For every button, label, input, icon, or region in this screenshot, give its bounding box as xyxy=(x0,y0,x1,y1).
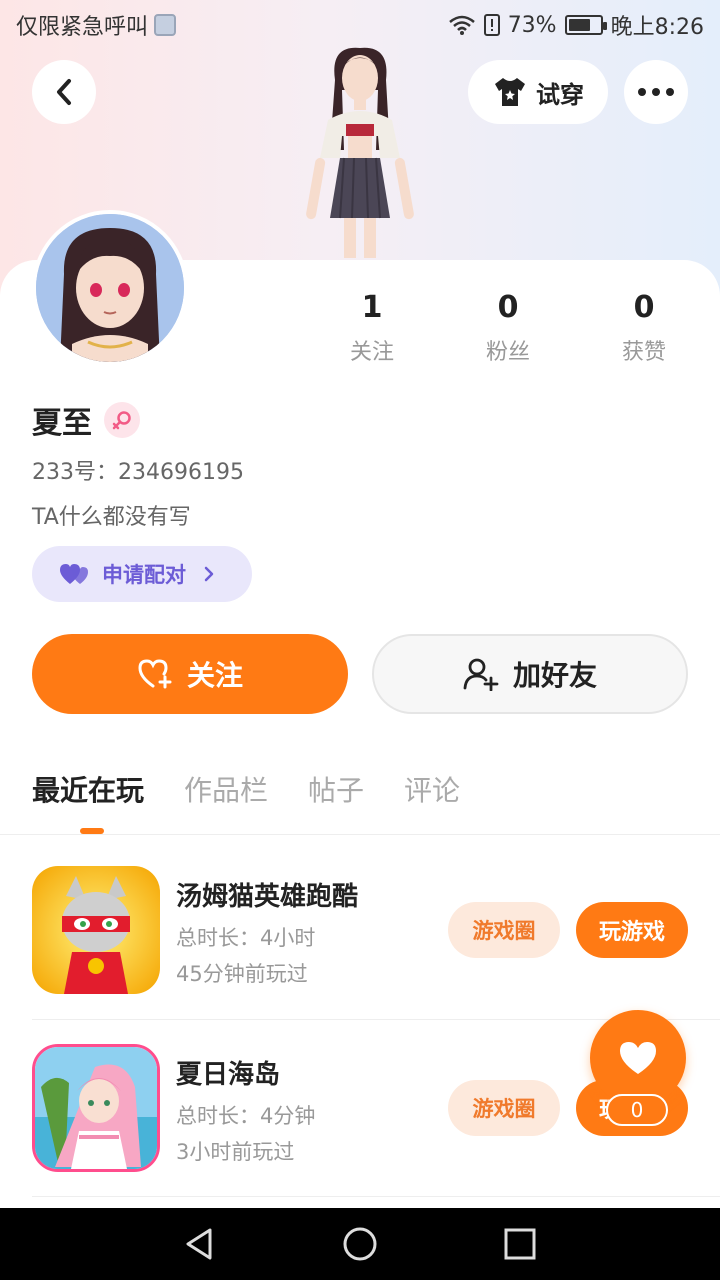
stat-following-count: 1 xyxy=(361,290,383,325)
pair-request-button[interactable]: 申请配对 xyxy=(32,546,252,602)
add-friend-label: 加好友 xyxy=(512,659,597,692)
game-list-item[interactable]: 汤姆猫英雄跑酷 总时长：4小时 45分钟前玩过 游戏圈 玩游戏 xyxy=(32,866,720,996)
game-title: 汤姆猫英雄跑酷 xyxy=(176,882,359,912)
nav-home-icon[interactable] xyxy=(342,1226,378,1262)
content-tabs: 最近在玩 作品栏 帖子 评论 xyxy=(32,768,460,814)
tabs-divider xyxy=(0,834,720,835)
profile-avatar[interactable] xyxy=(32,210,188,366)
game-duration: 总时长：4小时 xyxy=(176,926,316,950)
user-bio: TA什么都没有写 xyxy=(32,505,191,530)
wifi-icon xyxy=(448,15,475,35)
game-circle-button[interactable]: 游戏圈 xyxy=(448,1080,560,1136)
female-gender-icon xyxy=(104,402,140,438)
stat-likes-count: 0 xyxy=(633,290,655,325)
status-right: 73% 晚上8:26 xyxy=(448,9,704,41)
tryon-label: 试穿 xyxy=(536,80,584,109)
game-icon-tom-hero-run xyxy=(32,866,160,994)
stat-fans-count: 0 xyxy=(497,290,519,325)
game-title: 夏日海岛 xyxy=(176,1060,281,1090)
follow-label: 关注 xyxy=(186,659,243,692)
tab-recently-played[interactable]: 最近在玩 xyxy=(32,768,144,814)
heart-icon xyxy=(620,1042,656,1074)
sim-icon xyxy=(154,14,177,36)
back-button[interactable] xyxy=(32,60,96,124)
name-row: 夏至 xyxy=(32,398,140,442)
battery-percent: 73% xyxy=(507,12,557,38)
stat-likes-label: 获赞 xyxy=(621,340,666,365)
pair-request-label: 申请配对 xyxy=(102,563,186,587)
tab-works[interactable]: 作品栏 xyxy=(184,768,268,814)
battery-fill xyxy=(568,19,591,31)
play-game-button[interactable]: 玩游戏 xyxy=(576,902,688,958)
tab-posts[interactable]: 帖子 xyxy=(308,768,364,814)
game-circle-button[interactable]: 游戏圈 xyxy=(448,902,560,958)
battery-icon xyxy=(564,15,607,35)
follow-button[interactable]: 关注 xyxy=(32,634,348,714)
stat-likes[interactable]: 0 获赞 xyxy=(594,288,694,366)
tshirt-icon xyxy=(495,78,525,106)
chevron-left-icon xyxy=(57,79,71,105)
stat-fans[interactable]: 0 粉丝 xyxy=(458,288,558,366)
tab-comments[interactable]: 评论 xyxy=(404,768,460,814)
like-count: 0 xyxy=(606,1094,668,1126)
game-duration: 总时长：4分钟 xyxy=(176,1104,316,1128)
stat-fans-label: 粉丝 xyxy=(485,340,530,365)
game-last-played: 3小时前玩过 xyxy=(176,1140,295,1164)
game-icon-summer-island xyxy=(32,1044,160,1172)
user-id: 233号：234696195 xyxy=(32,460,244,485)
user-name: 夏至 xyxy=(32,406,92,441)
carrier-text: 仅限紧急呼叫 xyxy=(16,15,149,40)
double-heart-icon xyxy=(60,564,88,584)
row-divider xyxy=(32,1196,720,1197)
clock: 晚上8:26 xyxy=(610,15,704,40)
stat-following-label: 关注 xyxy=(349,340,394,365)
more-button[interactable] xyxy=(624,60,688,124)
like-fab-button[interactable] xyxy=(590,1010,686,1106)
game-last-played: 45分钟前玩过 xyxy=(176,962,308,986)
nav-back-icon[interactable] xyxy=(182,1226,218,1262)
avatar-portrait xyxy=(36,214,184,362)
avatar-3d-figure xyxy=(306,47,414,258)
add-user-icon xyxy=(463,658,499,691)
system-nav-bar xyxy=(0,1208,720,1280)
stat-following[interactable]: 1 关注 xyxy=(322,288,422,366)
more-dots-icon xyxy=(638,88,674,96)
phone-alert-icon xyxy=(483,14,500,36)
nav-recents-icon[interactable] xyxy=(502,1226,538,1262)
heart-plus-icon xyxy=(138,659,172,689)
status-left: 仅限紧急呼叫 xyxy=(16,9,177,41)
add-friend-button[interactable]: 加好友 xyxy=(372,634,688,714)
chevron-right-icon xyxy=(204,566,214,582)
tryon-button[interactable]: 试穿 xyxy=(468,60,608,124)
